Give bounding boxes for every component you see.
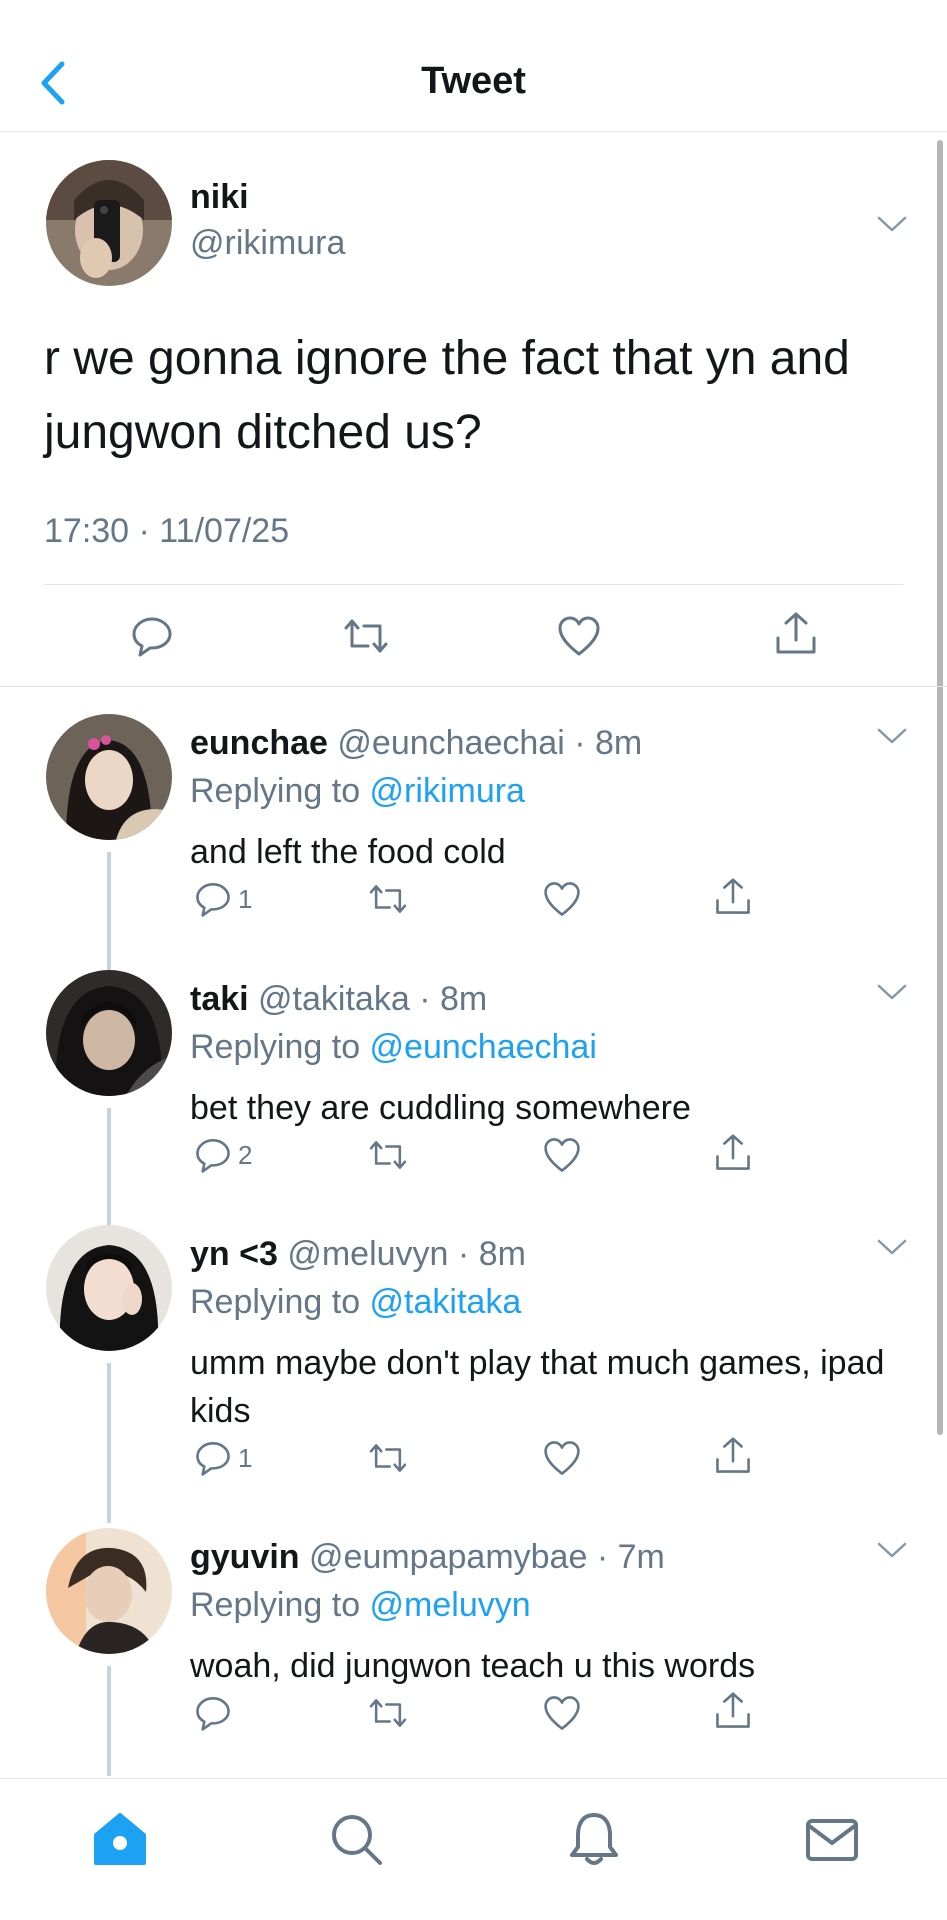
reply-text: and left the food cold — [190, 833, 506, 871]
chevron-down-icon[interactable] — [876, 726, 908, 746]
chevron-down-icon[interactable] — [876, 982, 908, 1002]
mention-link[interactable]: @meluvyn — [370, 1586, 531, 1624]
like-icon[interactable] — [542, 1694, 582, 1732]
mention-link[interactable]: @takitaka — [370, 1283, 522, 1321]
tweet-action-bar — [0, 590, 947, 680]
mention-link[interactable]: @eunchaechai — [370, 1028, 597, 1066]
author-handle[interactable]: @eunchaechai — [337, 724, 564, 762]
thread-line — [107, 1108, 111, 1228]
notifications-icon[interactable] — [564, 1809, 624, 1869]
replying-to-label: Replying to — [190, 1283, 370, 1321]
avatar[interactable] — [46, 1528, 172, 1654]
reply-time: 8m — [478, 1235, 526, 1273]
reply-icon[interactable] — [194, 880, 232, 918]
author-name[interactable]: yn <3 — [190, 1235, 278, 1273]
divider — [0, 686, 947, 687]
reply-text: bet they are cuddling somewhere — [190, 1089, 691, 1127]
tweet-text: r we gonna ignore the fact that yn and j… — [44, 332, 850, 459]
author-handle[interactable]: @rikimura — [190, 224, 345, 263]
top-nav-bar: Tweet — [0, 0, 947, 132]
author-name[interactable]: taki — [190, 980, 249, 1018]
share-icon[interactable] — [714, 876, 752, 918]
replying-to: Replying to @takitaka — [190, 1283, 521, 1322]
reply-text: umm maybe don't play that much games, ip… — [190, 1344, 885, 1430]
share-icon[interactable] — [714, 1690, 752, 1732]
replying-to: Replying to @eunchaechai — [190, 1028, 597, 1067]
replying-to: Replying to @meluvyn — [190, 1586, 531, 1625]
reply-action-bar: 2 — [190, 1132, 790, 1182]
replying-to: Replying to @rikimura — [190, 772, 525, 811]
reply-icon[interactable] — [130, 614, 174, 658]
reply-icon[interactable] — [194, 1136, 232, 1174]
replying-to-label: Replying to — [190, 1586, 370, 1624]
like-icon[interactable] — [542, 1439, 582, 1477]
chevron-down-icon[interactable] — [876, 1237, 908, 1257]
reply-time: 8m — [594, 724, 643, 762]
thread-line — [107, 1363, 111, 1523]
reply-header: gyuvin @eumpapamybae · 7m — [190, 1538, 665, 1576]
reply-header: eunchae @eunchaechai · 8m — [190, 724, 643, 762]
avatar[interactable] — [46, 160, 172, 286]
retweet-icon[interactable] — [366, 1439, 410, 1477]
replying-to-label: Replying to — [190, 772, 370, 810]
chevron-down-icon[interactable] — [876, 214, 908, 234]
retweet-icon[interactable] — [366, 880, 410, 918]
chevron-down-icon[interactable] — [876, 1540, 908, 1560]
share-icon[interactable] — [714, 1435, 752, 1477]
like-icon[interactable] — [542, 880, 582, 918]
avatar[interactable] — [46, 1225, 172, 1351]
tweet-timestamp: 17:30 · 11/07/25 — [44, 512, 290, 550]
reply-header: taki @takitaka · 8m — [190, 980, 488, 1018]
retweet-icon[interactable] — [340, 614, 392, 658]
reply-time: 7m — [617, 1538, 665, 1576]
reply-action-bar: 1 — [190, 876, 790, 926]
reply-text: woah, did jungwon teach u this words — [190, 1647, 756, 1685]
avatar[interactable] — [46, 970, 172, 1096]
share-icon[interactable] — [774, 610, 818, 658]
bottom-tab-bar — [0, 1778, 947, 1920]
page-title: Tweet — [421, 60, 526, 102]
reply-count: 1 — [238, 884, 253, 914]
scrollbar[interactable] — [937, 140, 943, 1435]
reply-icon[interactable] — [194, 1439, 232, 1477]
author-handle[interactable]: @meluvyn — [287, 1235, 448, 1273]
search-icon[interactable] — [326, 1809, 386, 1869]
divider — [44, 584, 904, 585]
like-icon[interactable] — [556, 614, 602, 658]
retweet-icon[interactable] — [366, 1694, 410, 1732]
thread-line — [107, 852, 111, 972]
author-name[interactable]: eunchae — [190, 724, 328, 762]
reply-action-bar — [190, 1690, 790, 1740]
author-handle[interactable]: @takitaka — [258, 980, 410, 1018]
like-icon[interactable] — [542, 1136, 582, 1174]
thread-line — [107, 1666, 111, 1776]
reply-count: 1 — [238, 1443, 253, 1473]
share-icon[interactable] — [714, 1132, 752, 1174]
messages-icon[interactable] — [802, 1809, 862, 1869]
author-name[interactable]: gyuvin — [190, 1538, 300, 1576]
reply-count: 2 — [238, 1140, 253, 1170]
home-icon[interactable] — [90, 1809, 150, 1869]
mention-link[interactable]: @rikimura — [370, 772, 525, 810]
reply-icon[interactable] — [194, 1694, 232, 1732]
reply-time: 8m — [439, 980, 488, 1018]
replying-to-label: Replying to — [190, 1028, 370, 1066]
author-handle[interactable]: @eumpapamybae — [309, 1538, 587, 1576]
retweet-icon[interactable] — [366, 1136, 410, 1174]
author-name[interactable]: niki — [190, 178, 249, 217]
avatar[interactable] — [46, 714, 172, 840]
reply-header: yn <3 @meluvyn · 8m — [190, 1235, 526, 1273]
reply-action-bar: 1 — [190, 1435, 790, 1485]
